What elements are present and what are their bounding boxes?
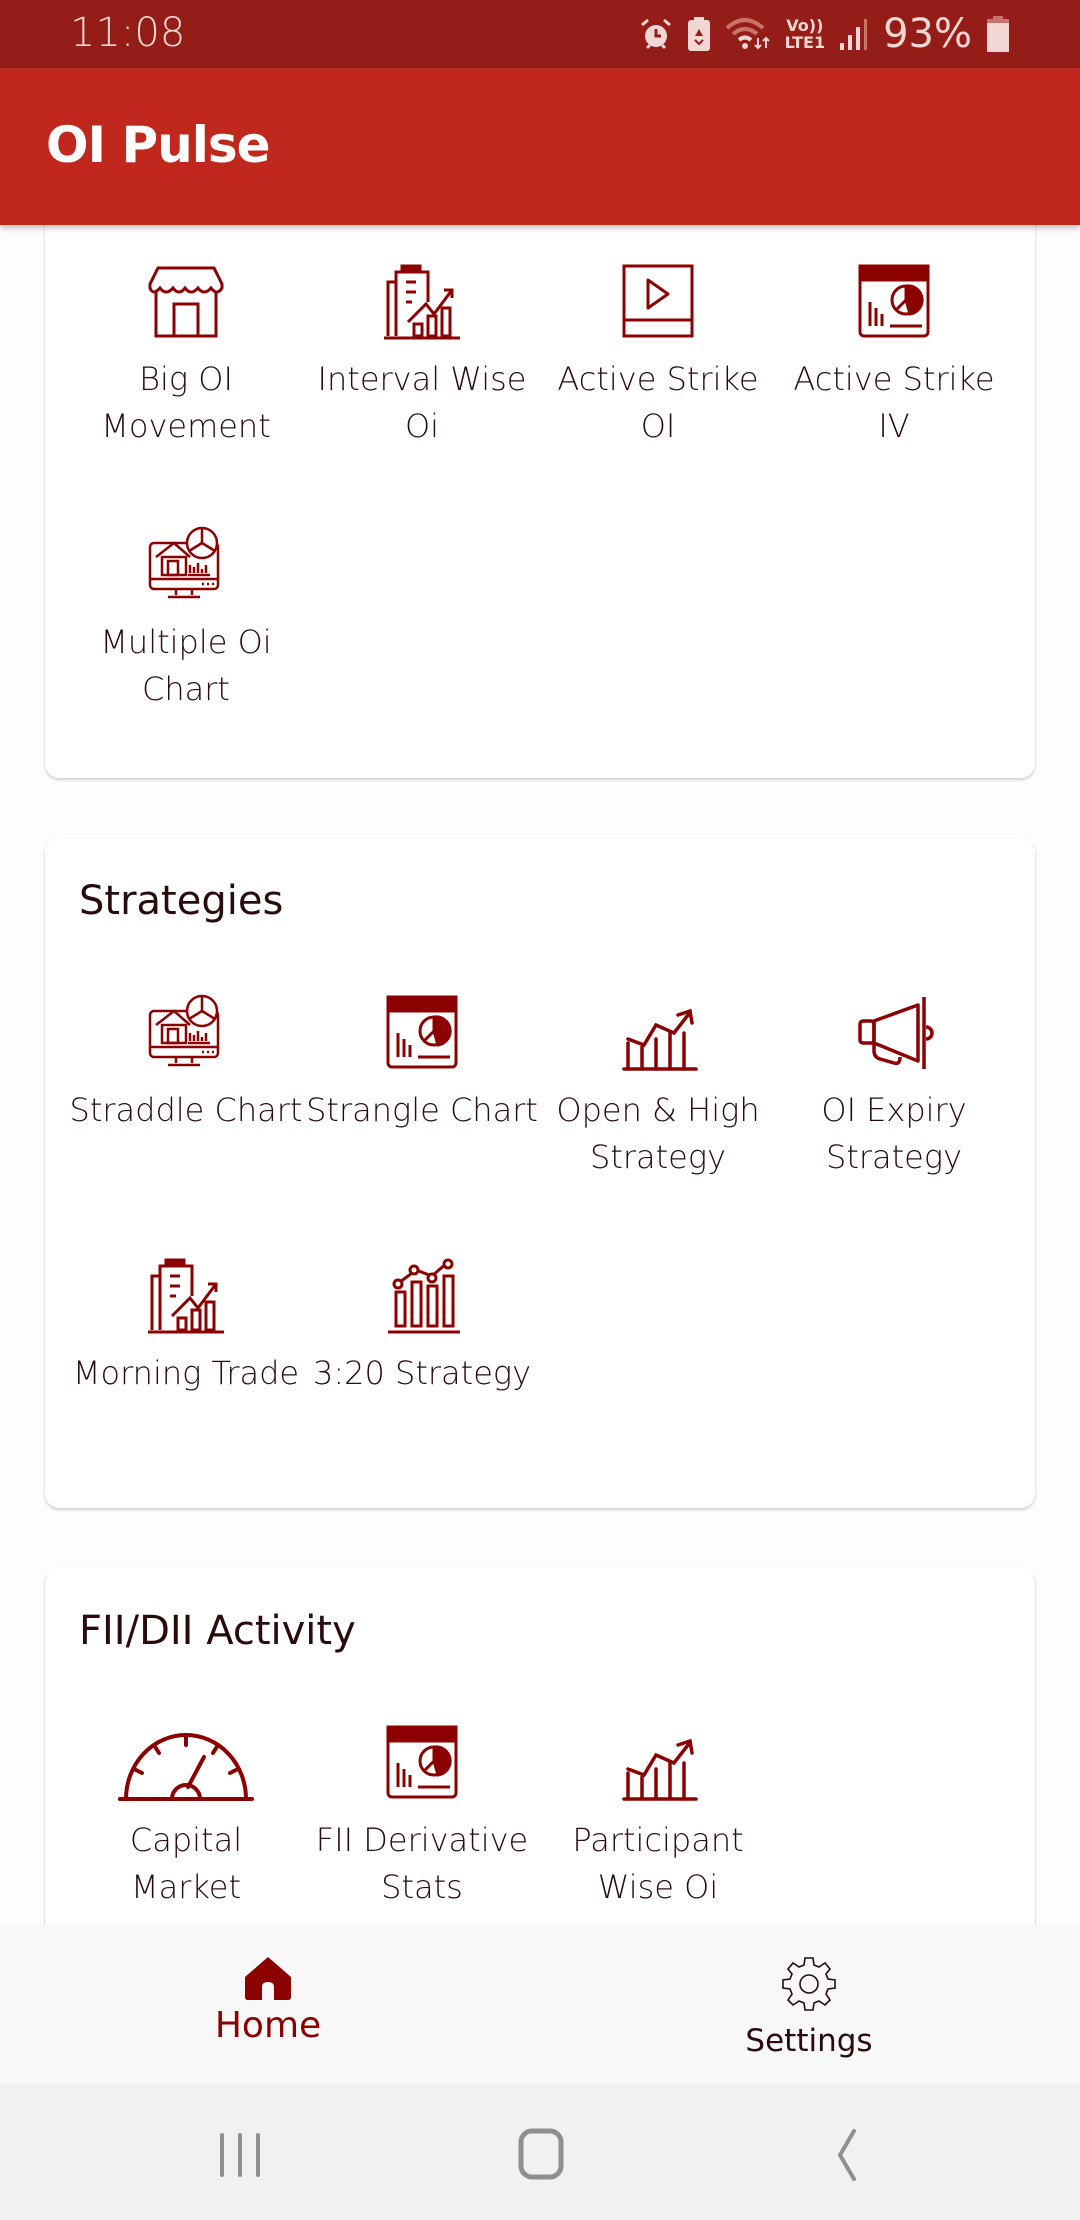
tile-label: Interval Wise Oi — [317, 360, 527, 445]
play-video-icon — [618, 262, 698, 342]
battery-icon — [987, 16, 1009, 52]
bar-trend-up-icon — [618, 1723, 698, 1803]
battery-percent: 93% — [883, 11, 972, 57]
tile-open-high-strategy[interactable]: Open & High Strategy — [540, 993, 776, 1181]
tile-label: Open & High Strategy — [556, 1091, 760, 1176]
tile-320-strategy[interactable]: 3:20 Strategy — [304, 1256, 540, 1397]
status-time: 11:08 — [70, 10, 186, 56]
section-card-oi: Big OI Movement Interval Wise Oi Active St… — [45, 225, 1035, 778]
tile-strangle-chart[interactable]: Strangle Chart — [304, 993, 540, 1134]
monitor-analytics-icon — [146, 993, 226, 1073]
tile-multiple-oi-chart[interactable]: Multiple Oi Chart — [68, 525, 304, 713]
tile-label: Morning Trade — [72, 1354, 300, 1392]
monitor-analytics-icon — [146, 525, 226, 605]
app-title: OI Pulse — [46, 116, 271, 174]
tile-label: Strangle Chart — [306, 1091, 538, 1129]
building-growth-icon — [382, 262, 462, 342]
dashboard-report-icon — [382, 993, 462, 1073]
system-navigation-bar — [0, 2085, 1080, 2220]
home-scroll-content[interactable]: Big OI Movement Interval Wise Oi Active St… — [0, 225, 1080, 1925]
wifi-icon — [725, 18, 770, 50]
tile-label: OI Expiry Strategy — [821, 1091, 967, 1176]
storefront-icon — [146, 262, 226, 342]
lte-label: LTE1 — [784, 33, 826, 52]
bottom-navigation: Home Settings — [0, 1925, 1080, 2085]
tile-active-strike-oi[interactable]: Active Strike OI — [540, 262, 776, 450]
tile-label: Active Strike OI — [557, 360, 759, 445]
section-title: Strategies — [79, 878, 284, 924]
tile-label: Straddle Chart — [69, 1091, 303, 1129]
megaphone-icon — [854, 993, 934, 1073]
nav-settings[interactable]: Settings — [659, 1925, 959, 2085]
volte-label: Vo)) — [786, 16, 824, 35]
signal-icon — [840, 19, 868, 50]
section-title: FII/DII Activity — [79, 1608, 356, 1654]
tile-oi-expiry-strategy[interactable]: OI Expiry Strategy — [776, 993, 1012, 1181]
nav-home[interactable]: Home — [118, 1925, 418, 2085]
nav-settings-label: Settings — [745, 2023, 873, 2059]
tile-label: Multiple Oi Chart — [100, 623, 272, 708]
speedometer-icon — [116, 1723, 256, 1803]
battery-saver-icon — [687, 17, 710, 51]
volte-lte-icon: Vo)) LTE1 — [785, 17, 826, 51]
status-bar: 11:08 Vo)) LTE1 93% — [0, 0, 1080, 68]
tile-label: FII Derivative Stats — [315, 1821, 529, 1906]
tile-morning-trade[interactable]: Morning Trade — [68, 1256, 304, 1397]
back-icon[interactable] — [804, 2125, 884, 2185]
tile-label: Capital Market — [129, 1821, 243, 1906]
section-card-fii-dii: FII/DII Activity Capital Market FII Deriv… — [45, 1568, 1035, 1925]
recent-apps-icon[interactable] — [200, 2125, 280, 2185]
dashboard-report-icon — [382, 1723, 462, 1803]
home-circle-icon[interactable] — [501, 2125, 581, 2185]
tile-participant-wise-oi[interactable]: Participant Wise Oi — [540, 1723, 776, 1911]
bar-trend-up-icon — [618, 993, 698, 1073]
bar-line-chart-icon — [382, 1256, 462, 1336]
tile-capital-market[interactable]: Capital Market — [68, 1723, 304, 1911]
building-growth-icon — [146, 1256, 226, 1336]
tile-straddle-chart[interactable]: Straddle Chart — [68, 993, 304, 1134]
section-card-strategies: Strategies Straddle Chart Strangle Chart… — [45, 838, 1035, 1508]
tile-label: Participant Wise Oi — [572, 1821, 744, 1906]
gear-icon — [782, 1957, 836, 2011]
alarm-icon — [640, 18, 671, 50]
tile-interval-wise-oi[interactable]: Interval Wise Oi — [304, 262, 540, 450]
tile-big-oi-movement[interactable]: Big OI Movement — [68, 262, 304, 450]
home-icon — [245, 1957, 291, 2000]
tile-label: Active Strike IV — [793, 360, 995, 445]
tile-fii-derivative-stats[interactable]: FII Derivative Stats — [304, 1723, 540, 1911]
tile-label: Big OI Movement — [101, 360, 271, 445]
nav-home-label: Home — [214, 2005, 322, 2046]
app-bar: OI Pulse — [0, 68, 1080, 225]
dashboard-report-icon — [854, 262, 934, 342]
tile-active-strike-iv[interactable]: Active Strike IV — [776, 262, 1012, 450]
tile-label: 3:20 Strategy — [312, 1354, 532, 1392]
